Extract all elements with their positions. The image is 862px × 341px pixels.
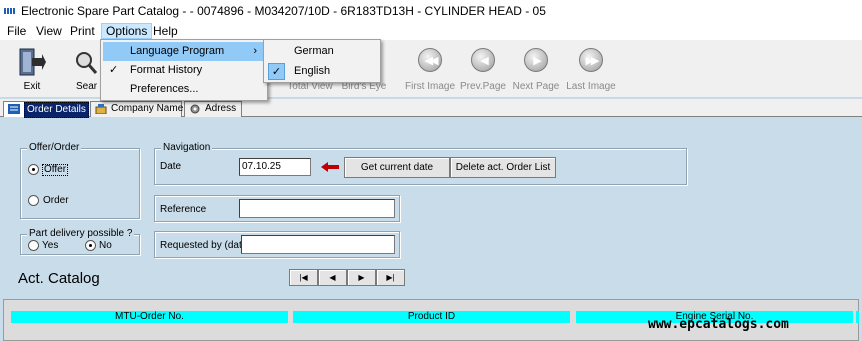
requested-by-label: Requested by (date) bbox=[160, 240, 242, 251]
menu-file[interactable]: File bbox=[3, 23, 30, 39]
navigation-group: Navigation Date 07.10.25 Get current dat… bbox=[154, 142, 687, 185]
delivery-yes-radio[interactable] bbox=[28, 240, 39, 251]
reference-group: Reference bbox=[154, 195, 400, 222]
offer-order-title: Offer/Order bbox=[27, 142, 82, 153]
act-catalog-title: Act. Catalog bbox=[18, 270, 100, 287]
first-image-button[interactable]: ◀◀ First Image bbox=[405, 44, 455, 94]
last-image-label: Last Image bbox=[566, 81, 616, 92]
menu-item-german[interactable]: German bbox=[266, 42, 378, 61]
nav-prev-button[interactable]: ◀ bbox=[318, 269, 347, 286]
check-icon: ✓ bbox=[268, 63, 285, 80]
menu-item-english[interactable]: ✓ English bbox=[266, 62, 378, 81]
menu-bar: File View Print Options Help bbox=[0, 22, 862, 40]
title-bar: Electronic Spare Part Catalog - - 007489… bbox=[0, 0, 862, 22]
date-input[interactable]: 07.10.25 bbox=[239, 158, 311, 176]
window-title: Electronic Spare Part Catalog - - 007489… bbox=[21, 4, 546, 18]
tab-order-details-label: Order Details bbox=[24, 102, 89, 118]
next-page-label: Next Page bbox=[512, 81, 560, 92]
tab-order-details[interactable]: Order Details bbox=[3, 101, 89, 118]
date-label: Date bbox=[160, 161, 182, 172]
offer-radio-label: Offer bbox=[42, 164, 69, 176]
first-image-label: First Image bbox=[405, 81, 456, 92]
delivery-group: Part delivery possible ? Yes No bbox=[20, 228, 140, 255]
menu-help[interactable]: Help bbox=[149, 23, 182, 39]
reference-label: Reference bbox=[160, 204, 207, 215]
last-image-button[interactable]: ▶▶ Last Image bbox=[564, 44, 618, 94]
chevron-right-icon: › bbox=[253, 45, 257, 57]
menu-item-preferences[interactable]: Preferences... bbox=[103, 80, 265, 99]
first-image-icon: ◀◀ bbox=[418, 48, 442, 72]
navigation-title: Navigation bbox=[161, 142, 213, 153]
exit-label: Exit bbox=[23, 81, 41, 92]
tab-adress[interactable]: Adress bbox=[184, 101, 242, 117]
tab-adress-label: Adress bbox=[205, 103, 237, 114]
column-header-mtu-order-no[interactable]: MTU-Order No. bbox=[11, 311, 288, 323]
prev-page-label: Prev.Page bbox=[460, 81, 506, 92]
offer-order-group: Offer/Order Offer Order bbox=[20, 142, 140, 219]
watermark: www.epcatalogs.com bbox=[648, 317, 789, 332]
next-page-button[interactable]: ▶ Next Page bbox=[511, 44, 561, 94]
tab-strip: Order Details Company Name Adress bbox=[0, 99, 862, 118]
nav-next-button[interactable]: ▶ bbox=[347, 269, 376, 286]
order-radio-label: Order bbox=[43, 195, 69, 206]
search-button[interactable]: Sear bbox=[66, 44, 100, 94]
delivery-title: Part delivery possible ? bbox=[27, 228, 135, 239]
menu-view[interactable]: View bbox=[32, 23, 66, 39]
exit-door-icon bbox=[19, 48, 46, 76]
menu-print[interactable]: Print bbox=[66, 23, 99, 39]
language-program-label: Language Program bbox=[130, 45, 225, 57]
delivery-no-radio[interactable] bbox=[85, 240, 96, 251]
search-label: Sear bbox=[76, 81, 98, 92]
menu-item-format-history[interactable]: ✓ Format History bbox=[103, 61, 265, 80]
format-history-label: Format History bbox=[130, 64, 203, 76]
offer-radio[interactable] bbox=[28, 164, 39, 175]
preferences-label: Preferences... bbox=[130, 83, 199, 95]
options-menu: Language Program › ✓ Format History Pref… bbox=[100, 39, 268, 101]
check-icon: ✓ bbox=[109, 64, 119, 76]
delivery-no-label: No bbox=[99, 240, 112, 251]
company-icon bbox=[95, 104, 107, 114]
last-image-icon: ▶▶ bbox=[579, 48, 603, 72]
nav-last-button[interactable]: ▶| bbox=[376, 269, 405, 286]
nav-first-button[interactable]: |◀ bbox=[289, 269, 318, 286]
order-radio[interactable] bbox=[28, 195, 39, 206]
order-list-icon bbox=[8, 104, 20, 114]
app-icon bbox=[4, 8, 16, 14]
language-submenu: German ✓ English bbox=[263, 39, 381, 83]
menu-item-language-program[interactable]: Language Program › bbox=[103, 42, 265, 61]
arrow-left-icon bbox=[321, 162, 339, 172]
menu-options[interactable]: Options bbox=[101, 23, 153, 39]
get-current-date-button[interactable]: Get current date bbox=[344, 157, 450, 178]
search-icon bbox=[76, 52, 98, 74]
prev-page-button[interactable]: ◀ Prev.Page bbox=[458, 44, 508, 94]
tab-company-name[interactable]: Company Name bbox=[90, 101, 184, 117]
exit-button[interactable]: Exit bbox=[10, 44, 54, 94]
column-header-partial bbox=[856, 311, 859, 323]
reference-input[interactable] bbox=[239, 199, 395, 218]
tab-company-name-label: Company Name bbox=[111, 103, 184, 114]
delivery-yes-label: Yes bbox=[42, 240, 59, 251]
delete-order-list-button[interactable]: Delete act. Order List bbox=[450, 157, 556, 178]
german-label: German bbox=[294, 45, 334, 57]
address-icon bbox=[190, 104, 200, 114]
column-header-product-id[interactable]: Product ID bbox=[293, 311, 570, 323]
next-page-icon: ▶ bbox=[524, 48, 548, 72]
requested-by-group: Requested by (date) bbox=[154, 231, 400, 258]
english-label: English bbox=[294, 65, 331, 77]
prev-page-icon: ◀ bbox=[471, 48, 495, 72]
requested-by-input[interactable] bbox=[241, 235, 395, 254]
